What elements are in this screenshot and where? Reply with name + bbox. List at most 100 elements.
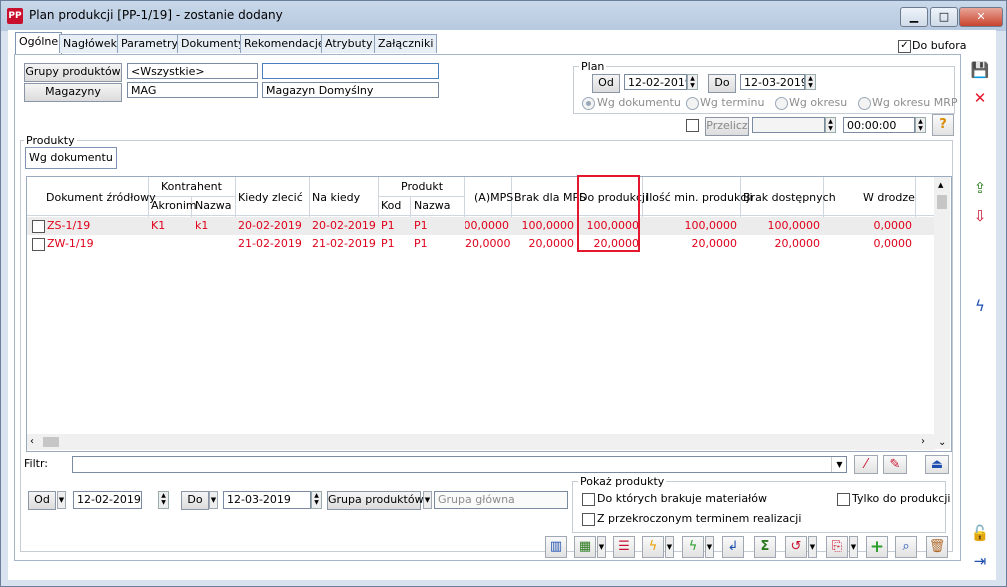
plan-od-date[interactable]: 12-02-2019 [624,74,687,90]
table-row[interactable]: ZW-1/19 21-02-2019 21-02-2019 P1 P1 20,0… [27,235,935,253]
header-ilosc-min[interactable]: Ilość min. produkcji [646,191,753,204]
tab-rekomendacje[interactable]: Rekomendacje [240,34,329,53]
help-wizard-icon[interactable]: ? [932,114,954,136]
bottom-od-dropdown[interactable]: ▼ [57,491,66,509]
radio-wg-terminu[interactable] [686,97,699,110]
vertical-scroll-thumb[interactable] [937,195,947,209]
lightning-orange-dropdown[interactable]: ▼ [665,536,674,558]
document-export-icon[interactable]: ⎘ [826,536,848,558]
radio-wg-okresu-mrp[interactable] [858,97,871,110]
bottom-do-button[interactable]: Do [181,491,209,510]
magnet-dropdown[interactable]: ▼ [808,536,817,558]
scroll-left-icon[interactable]: ‹ [30,436,34,447]
grupa-produktow-button[interactable]: Grupa produktów [327,491,424,510]
lightning-green-dropdown[interactable]: ▼ [705,536,714,558]
filtr-dropdown-icon[interactable]: ▼ [831,457,847,472]
tab-ogolne[interactable]: Ogólne [15,32,63,55]
subtab-wg-dokumentu[interactable]: Wg dokumentu [25,147,117,169]
document-export-dropdown[interactable]: ▼ [849,536,858,558]
trash-icon[interactable]: 🗑 [926,536,948,558]
add-icon[interactable]: + [866,536,888,558]
magazyn-name-field[interactable]: Magazyn Domyślny [262,82,439,98]
header-nazwa[interactable]: Nazwa [195,199,231,212]
przekroczonym-checkbox[interactable] [582,513,595,526]
chart-icon[interactable]: ▥ [545,536,567,558]
header-na-kiedy[interactable]: Na kiedy [312,191,360,204]
scroll-right-icon[interactable]: › [921,436,925,447]
scroll-up-icon[interactable]: ▲ [938,181,943,189]
bottom-do-date[interactable]: 12-03-2019 [223,491,311,509]
table-row[interactable]: ZS-1/19 K1 k1 20-02-2019 20-02-2019 P1 P… [27,217,935,235]
brakuje-checkbox[interactable] [582,493,595,506]
grupy-produktow-field[interactable]: <Wszystkie> [127,63,258,79]
radio-wg-okresu[interactable] [775,97,788,110]
przelicz-spinner[interactable]: ▲ ▼ [825,117,836,133]
bottom-od-date[interactable]: 12-02-2019 [73,491,142,509]
grupa-field[interactable]: Grupa główna [434,491,568,509]
lightning-blue-icon[interactable]: ϟ [968,294,992,318]
tylko-checkbox[interactable] [837,493,850,506]
grupy-produktow-button[interactable]: Grupy produktów [24,63,122,82]
filtr-input[interactable] [72,456,847,473]
lightning-orange-icon[interactable]: ϟ [642,536,664,558]
plan-od-spinner[interactable]: ▲ ▼ [687,74,698,90]
grupy-extra-field[interactable] [262,63,439,79]
tab-dokumenty[interactable]: Dokumenty [177,34,249,53]
import-down-icon[interactable]: ⇩ [968,204,992,228]
radio-wg-dokumentu[interactable] [582,97,595,110]
search-icon[interactable]: ⌕ [895,536,917,558]
plan-do-spinner[interactable]: ▲ ▼ [805,74,816,90]
bottom-do-spinner[interactable]: ▲ ▼ [311,491,322,509]
grid-vertical-scrollbar[interactable]: ▲ [934,177,950,449]
cancel-icon[interactable]: ✕ [968,86,992,110]
sum-icon[interactable]: Σ [754,536,776,558]
tab-naglowek[interactable]: Nagłówek [59,34,121,53]
plan-do-button[interactable]: Do [708,74,736,93]
close-button[interactable]: ✕ [959,7,1003,27]
horizontal-scroll-thumb[interactable] [43,437,59,447]
scroll-down-icon[interactable]: ⌄ [938,437,946,448]
do-bufora-checkbox[interactable]: ✓ [898,40,911,53]
grid-horizontal-scrollbar[interactable]: ‹ › [27,434,935,450]
plan-od-button[interactable]: Od [592,74,620,93]
plan-do-date[interactable]: 12-03-2019 [740,74,805,90]
bottom-od-spinner[interactable]: ▲ ▼ [158,491,169,509]
przelicz-button[interactable]: Przelicz [705,117,749,136]
grid-edit-icon[interactable]: ▦ [574,536,596,558]
row-checkbox[interactable] [32,220,45,233]
document-arrow-icon[interactable]: ↲ [722,536,744,558]
tab-parametry[interactable]: Parametry [117,34,182,53]
grupa-dropdown[interactable]: ▼ [423,491,432,509]
time-spinner[interactable]: ▲ ▼ [915,117,926,133]
header-dokument[interactable]: Dokument źródłowy [46,191,156,204]
header-kod[interactable]: Kod [381,199,401,212]
bottom-od-button[interactable]: Od [28,491,56,510]
lock-icon[interactable]: 🔓 [968,521,992,545]
time-field[interactable]: 00:00:00 [843,117,915,133]
filter-builder-icon[interactable]: ✎ [883,455,907,474]
header-kontrahent[interactable]: Kontrahent [161,180,222,193]
magazyny-button[interactable]: Magazyny [24,83,122,102]
save-icon[interactable]: 💾 [968,58,992,82]
przelicz-checkbox[interactable] [686,119,699,132]
header-w-drodze[interactable]: W drodze [863,191,915,204]
filter-apply-icon[interactable]: ⏏ [925,455,949,474]
tab-zalaczniki[interactable]: Załączniki [374,34,438,53]
header-akronim[interactable]: Akronim [151,199,197,212]
row-checkbox[interactable] [32,238,45,251]
magnet-icon[interactable]: ↺ [785,536,807,558]
header-brak-dostepnych[interactable]: Brak dostępnych [743,191,836,204]
header-kiedy-zlecic[interactable]: Kiedy zlecić [238,191,303,204]
pin-icon[interactable]: ⇥ [968,549,992,573]
export-up-icon[interactable]: ⇪ [968,176,992,200]
tab-atrybuty[interactable]: Atrybuty [321,34,377,53]
header-brak-mps[interactable]: Brak dla MPS [514,191,586,204]
przelicz-value-field[interactable] [752,117,825,133]
minimize-button[interactable]: ▁ [900,7,928,27]
maximize-button[interactable]: □ [930,7,958,27]
grid-edit-dropdown[interactable]: ▼ [597,536,606,558]
header-amps[interactable]: (A)MPS [474,191,513,204]
magazyn-code-field[interactable]: MAG [127,82,258,98]
header-produkt-nazwa[interactable]: Nazwa [414,199,450,212]
lightning-green-icon[interactable]: ϟ [682,536,704,558]
